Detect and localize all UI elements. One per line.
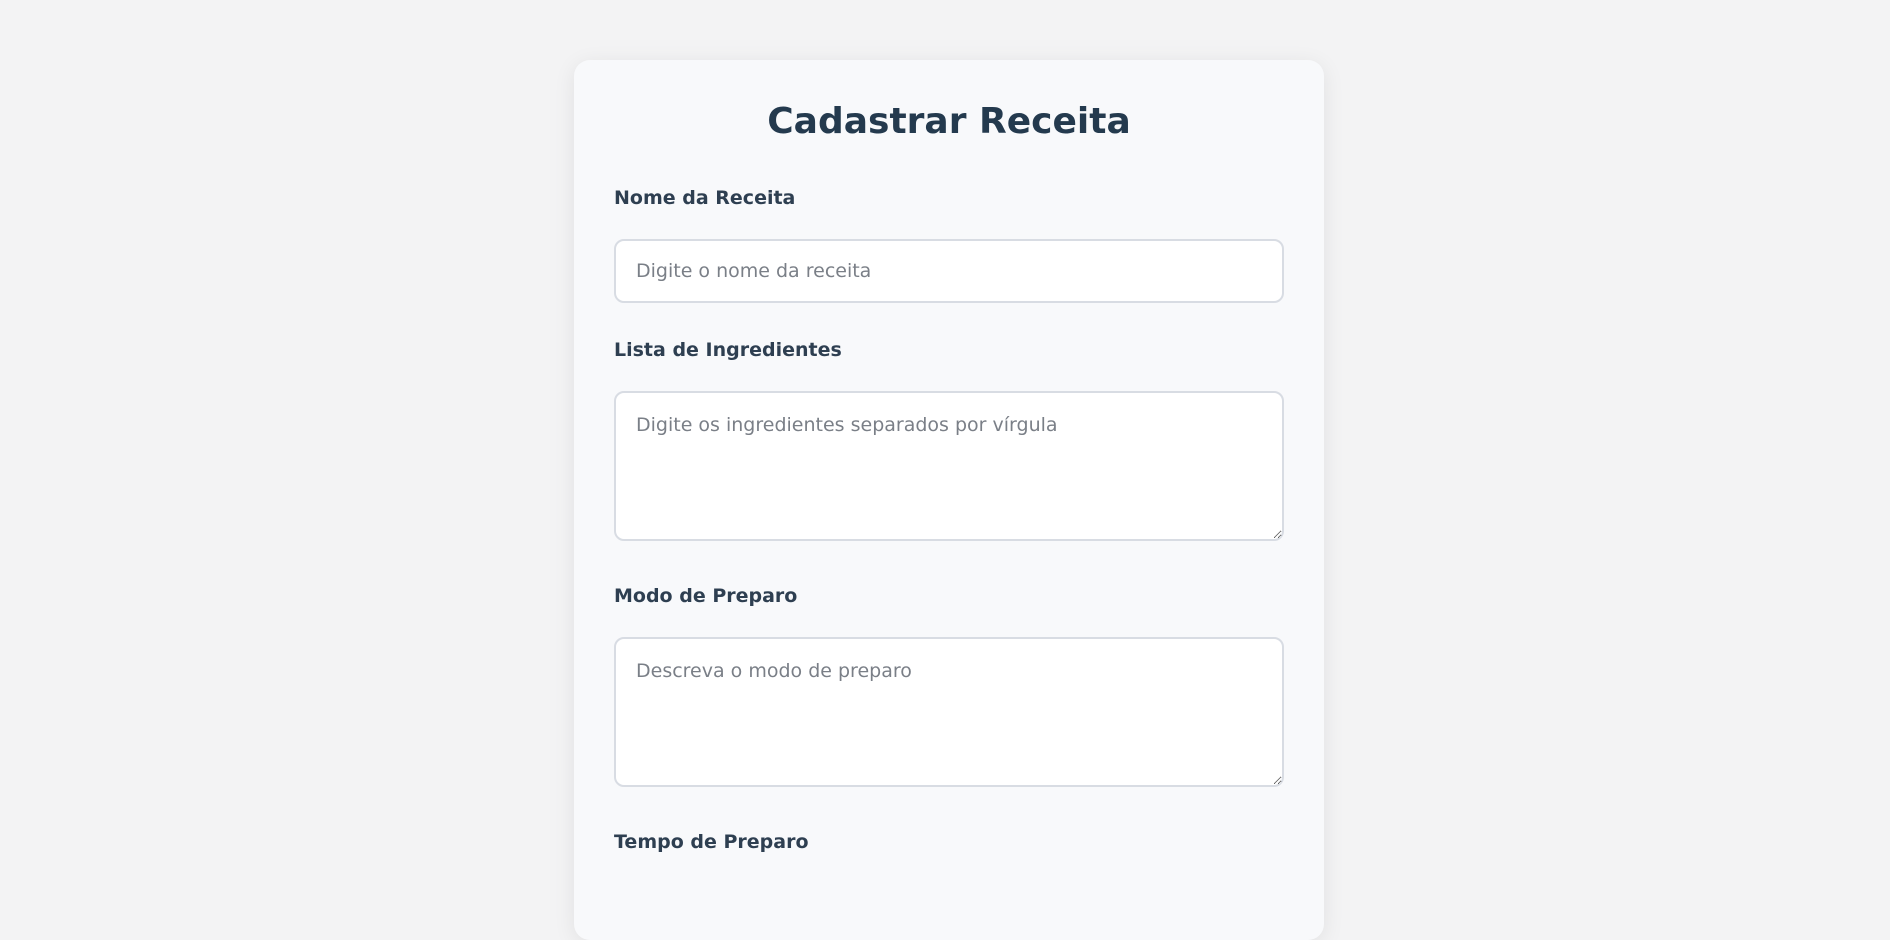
preparation-method-label: Modo de Preparo: [614, 585, 798, 607]
recipe-name-label: Nome da Receita: [614, 187, 796, 209]
preparation-method-textarea[interactable]: [614, 637, 1284, 787]
recipe-name-input[interactable]: [614, 239, 1284, 303]
ingredients-label: Lista de Ingredientes: [614, 339, 842, 361]
ingredients-textarea[interactable]: [614, 391, 1284, 541]
page-title: Cadastrar Receita: [767, 101, 1131, 142]
preparation-time-label: Tempo de Preparo: [614, 831, 809, 853]
recipe-form-card: Cadastrar Receita Nome da Receita Lista …: [574, 60, 1324, 940]
